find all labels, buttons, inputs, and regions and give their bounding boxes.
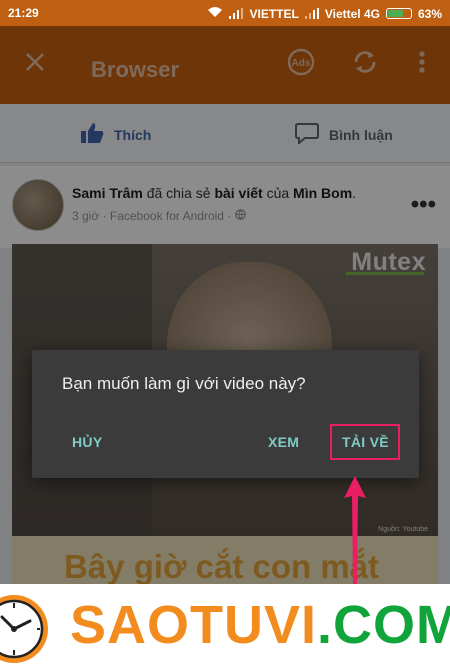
clock-logo-icon: [0, 595, 48, 663]
site-banner: SAOTUVI.COM: [0, 584, 450, 672]
download-highlight-box: [330, 424, 400, 460]
status-right: VIETTEL Viettel 4G 63%: [207, 6, 442, 21]
carrier1-label: VIETTEL: [249, 6, 299, 21]
brand-name: SAOTUVI.COM: [70, 594, 450, 656]
pointer-arrow-icon: [344, 476, 366, 584]
brand-suffix: .COM: [317, 595, 450, 655]
battery-fill: [387, 10, 404, 17]
status-bar: 21:29 VIETTEL Viettel 4G 63%: [0, 0, 450, 26]
battery-icon: [385, 8, 412, 19]
status-time: 21:29: [8, 6, 39, 20]
cancel-button[interactable]: HỦY: [72, 434, 102, 450]
dialog-message: Bạn muốn làm gì với video này?: [62, 374, 306, 393]
battery-percent: 63%: [417, 6, 442, 21]
signal-icon: [304, 8, 319, 19]
view-button[interactable]: XEM: [268, 434, 299, 450]
carrier2-label: Viettel 4G: [324, 6, 380, 21]
dialog-scrim[interactable]: [0, 26, 450, 672]
brand-main: SAOTUVI: [70, 595, 318, 655]
wifi-icon: [207, 6, 223, 21]
signal-icon: [229, 8, 244, 19]
